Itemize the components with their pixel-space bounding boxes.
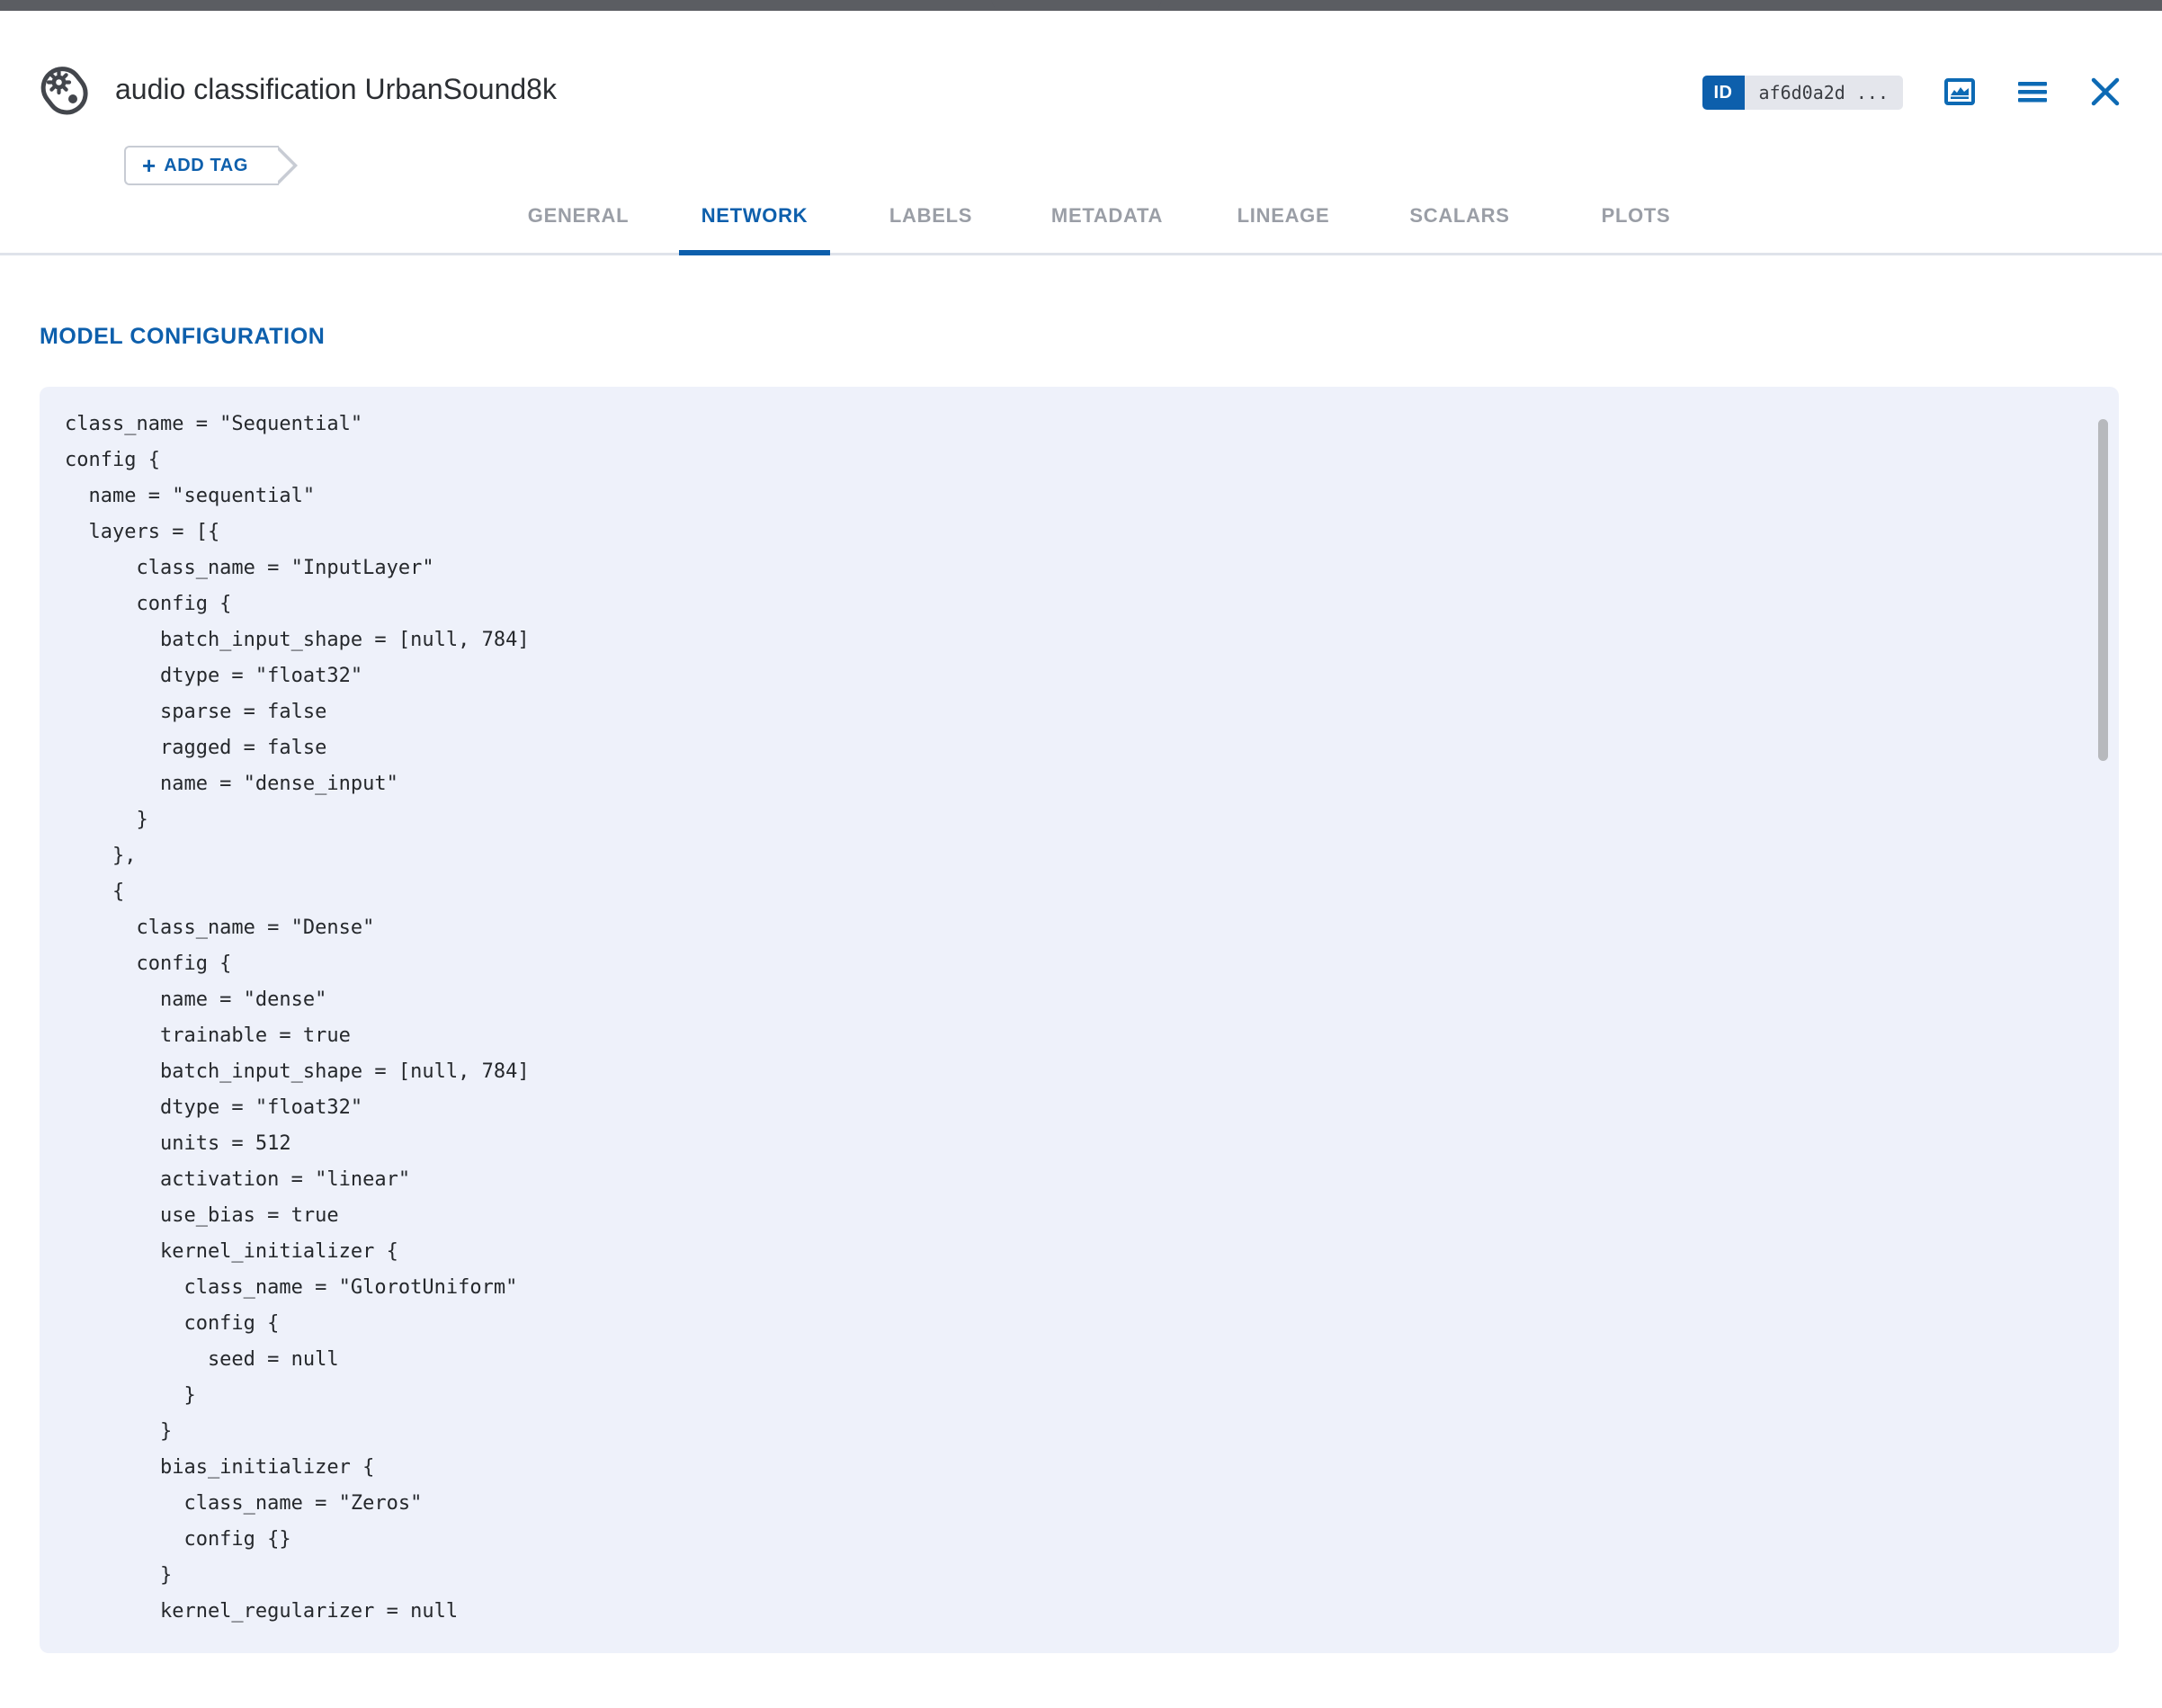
code-scrollbar-track[interactable] bbox=[2088, 387, 2119, 1653]
experiment-header: audio classification UrbanSound8k + ADD … bbox=[0, 11, 2162, 173]
code-scrollbar-thumb[interactable] bbox=[2098, 419, 2108, 761]
page-title: audio classification UrbanSound8k bbox=[115, 73, 557, 106]
model-configuration-panel: class_name = "Sequential" config { name … bbox=[40, 387, 2119, 1653]
title-row: audio classification UrbanSound8k bbox=[36, 54, 557, 126]
tab-lineage[interactable]: LINEAGE bbox=[1195, 204, 1371, 253]
tab-network[interactable]: NETWORK bbox=[666, 204, 843, 253]
id-badge-value: af6d0a2d ... bbox=[1745, 76, 1904, 110]
tab-general[interactable]: GENERAL bbox=[490, 204, 666, 253]
tab-metadata[interactable]: METADATA bbox=[1019, 204, 1195, 253]
tab-plots[interactable]: PLOTS bbox=[1548, 204, 1724, 253]
tab-labels[interactable]: LABELS bbox=[843, 204, 1019, 253]
hamburger-menu-icon bbox=[2016, 79, 2049, 107]
experiment-gear-icon bbox=[36, 62, 92, 118]
model-configuration-code: class_name = "Sequential" config { name … bbox=[65, 407, 530, 1630]
experiment-id-badge[interactable]: ID af6d0a2d ... bbox=[1702, 76, 1904, 110]
header-controls: ID af6d0a2d ... bbox=[1702, 76, 2122, 110]
id-badge-key: ID bbox=[1702, 76, 1745, 110]
hamburger-menu-button[interactable] bbox=[2016, 79, 2049, 107]
section-title-model-configuration: MODEL CONFIGURATION bbox=[40, 324, 325, 350]
close-button[interactable] bbox=[2090, 76, 2121, 110]
close-icon bbox=[2090, 76, 2121, 110]
tab-scalars[interactable]: SCALARS bbox=[1371, 204, 1548, 253]
chart-thumbnail-icon bbox=[1944, 78, 1975, 108]
chart-thumbnail-icon-button[interactable] bbox=[1944, 78, 1975, 108]
experiment-tabbar: GENERAL NETWORK LABELS METADATA LINEAGE … bbox=[0, 173, 2162, 255]
